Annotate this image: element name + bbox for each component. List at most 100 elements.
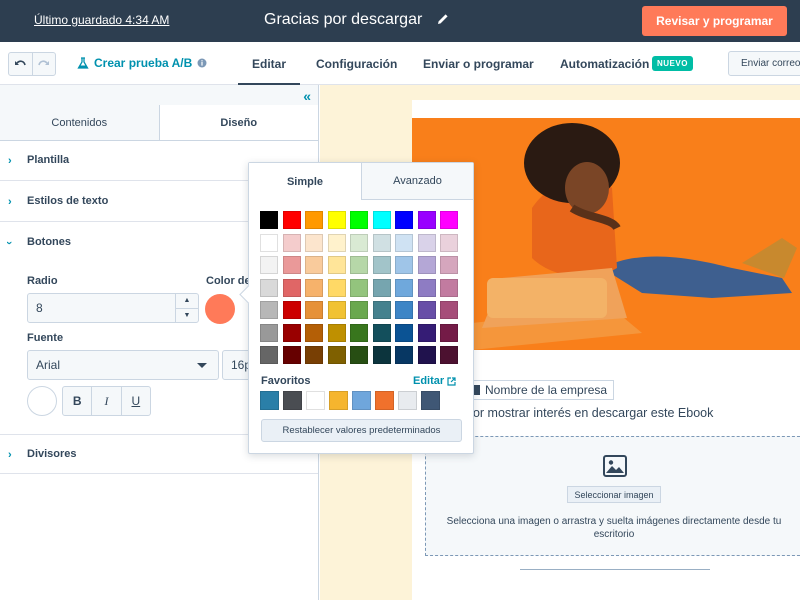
favorite-color-swatch[interactable] — [260, 391, 279, 410]
color-swatch[interactable] — [417, 256, 436, 274]
color-swatch[interactable] — [260, 346, 278, 364]
color-swatch[interactable] — [372, 323, 391, 342]
color-swatch[interactable] — [372, 211, 391, 229]
create-ab-test-button[interactable]: Crear prueba A/B — [77, 56, 207, 70]
tab-settings[interactable]: Configuración — [316, 57, 397, 71]
color-swatch[interactable] — [350, 256, 368, 274]
color-swatch[interactable] — [305, 233, 323, 252]
favorite-color-swatch[interactable] — [375, 391, 394, 410]
color-swatch[interactable] — [372, 301, 391, 319]
color-swatch[interactable] — [260, 211, 278, 229]
favorite-color-swatch[interactable] — [421, 391, 440, 410]
last-saved-link[interactable]: Último guardado 4:34 AM — [34, 13, 169, 27]
color-swatch[interactable] — [282, 233, 301, 252]
stepper-down-icon[interactable]: ▼ — [176, 308, 198, 322]
color-swatch[interactable] — [260, 323, 278, 342]
color-swatch[interactable] — [372, 233, 391, 252]
color-swatch[interactable] — [350, 233, 368, 252]
color-swatch[interactable] — [440, 256, 458, 274]
tab-simple[interactable]: Simple — [249, 163, 361, 200]
image-drop-zone[interactable]: Seleccionar imagen Selecciona una imagen… — [425, 436, 800, 556]
button-color-swatch[interactable] — [205, 294, 235, 324]
tab-edit[interactable]: Editar — [237, 57, 301, 86]
color-swatch[interactable] — [395, 278, 413, 297]
tab-advanced[interactable]: Avanzado — [361, 163, 473, 200]
color-swatch[interactable] — [282, 211, 301, 229]
color-swatch[interactable] — [395, 323, 413, 342]
color-swatch[interactable] — [282, 278, 301, 297]
company-name-tag[interactable]: Nombre de la empresa — [466, 380, 615, 400]
color-swatch[interactable] — [260, 256, 278, 274]
color-swatch[interactable] — [327, 211, 346, 229]
color-swatch[interactable] — [305, 346, 323, 364]
color-swatch[interactable] — [305, 323, 323, 342]
tab-contents[interactable]: Contenidos — [0, 105, 160, 140]
favorite-color-swatch[interactable] — [283, 391, 302, 410]
color-swatch[interactable] — [440, 346, 458, 364]
stepper-up-icon[interactable]: ▲ — [176, 294, 198, 308]
email-title[interactable]: Gracias por descargar — [264, 11, 422, 29]
tab-design[interactable]: Diseño — [159, 105, 318, 140]
collapse-panel-icon[interactable]: « — [303, 88, 311, 104]
favorite-color-swatch[interactable] — [306, 391, 325, 410]
bold-button[interactable]: B — [63, 387, 91, 415]
undo-button[interactable] — [9, 53, 32, 75]
tab-send-or-schedule[interactable]: Enviar o programar — [423, 57, 534, 71]
thanks-text[interactable]: por mostrar interés en descargar este Eb… — [466, 406, 713, 420]
color-swatch[interactable] — [417, 301, 436, 319]
info-icon[interactable] — [197, 58, 207, 68]
underline-button[interactable]: U — [120, 387, 150, 415]
color-swatch[interactable] — [260, 301, 278, 319]
color-swatch[interactable] — [282, 256, 301, 274]
color-swatch[interactable] — [327, 256, 346, 274]
color-swatch[interactable] — [350, 346, 368, 364]
color-swatch[interactable] — [395, 301, 413, 319]
color-swatch[interactable] — [417, 346, 436, 364]
color-swatch[interactable] — [440, 211, 458, 229]
edit-favorites-link[interactable]: Editar — [413, 375, 456, 387]
color-swatch[interactable] — [372, 278, 391, 297]
color-swatch[interactable] — [395, 233, 413, 252]
color-swatch[interactable] — [372, 256, 391, 274]
color-swatch[interactable] — [327, 301, 346, 319]
send-email-button[interactable]: Enviar correo — [728, 51, 800, 76]
color-swatch[interactable] — [305, 278, 323, 297]
color-swatch[interactable] — [327, 346, 346, 364]
color-swatch[interactable] — [282, 346, 301, 364]
favorite-color-swatch[interactable] — [352, 391, 371, 410]
color-swatch[interactable] — [395, 256, 413, 274]
color-swatch[interactable] — [282, 323, 301, 342]
color-swatch[interactable] — [305, 256, 323, 274]
color-swatch[interactable] — [395, 346, 413, 364]
favorite-color-swatch[interactable] — [398, 391, 417, 410]
color-swatch[interactable] — [372, 346, 391, 364]
color-swatch[interactable] — [440, 278, 458, 297]
color-swatch[interactable] — [327, 323, 346, 342]
radius-input[interactable]: 8 — [27, 293, 199, 323]
color-swatch[interactable] — [417, 211, 436, 229]
color-swatch[interactable] — [305, 211, 323, 229]
select-image-button[interactable]: Seleccionar imagen — [567, 486, 661, 503]
reset-defaults-button[interactable]: Restablecer valores predeterminados — [261, 419, 462, 442]
color-swatch[interactable] — [440, 233, 458, 252]
color-swatch[interactable] — [440, 301, 458, 319]
color-swatch[interactable] — [417, 278, 436, 297]
color-swatch[interactable] — [350, 211, 368, 229]
color-swatch[interactable] — [440, 323, 458, 342]
color-swatch[interactable] — [282, 301, 301, 319]
color-swatch[interactable] — [395, 211, 413, 229]
color-swatch[interactable] — [305, 301, 323, 319]
color-swatch[interactable] — [350, 323, 368, 342]
review-and-schedule-button[interactable]: Revisar y programar — [642, 6, 787, 36]
color-swatch[interactable] — [350, 301, 368, 319]
color-swatch[interactable] — [260, 278, 278, 297]
color-swatch[interactable] — [417, 233, 436, 252]
italic-button[interactable]: I — [91, 387, 120, 415]
text-color-swatch[interactable] — [27, 386, 57, 416]
favorite-color-swatch[interactable] — [329, 391, 348, 410]
color-swatch[interactable] — [260, 233, 278, 252]
font-select[interactable]: Arial — [27, 350, 219, 380]
color-swatch[interactable] — [350, 278, 368, 297]
pencil-icon[interactable] — [436, 12, 450, 26]
color-swatch[interactable] — [327, 278, 346, 297]
